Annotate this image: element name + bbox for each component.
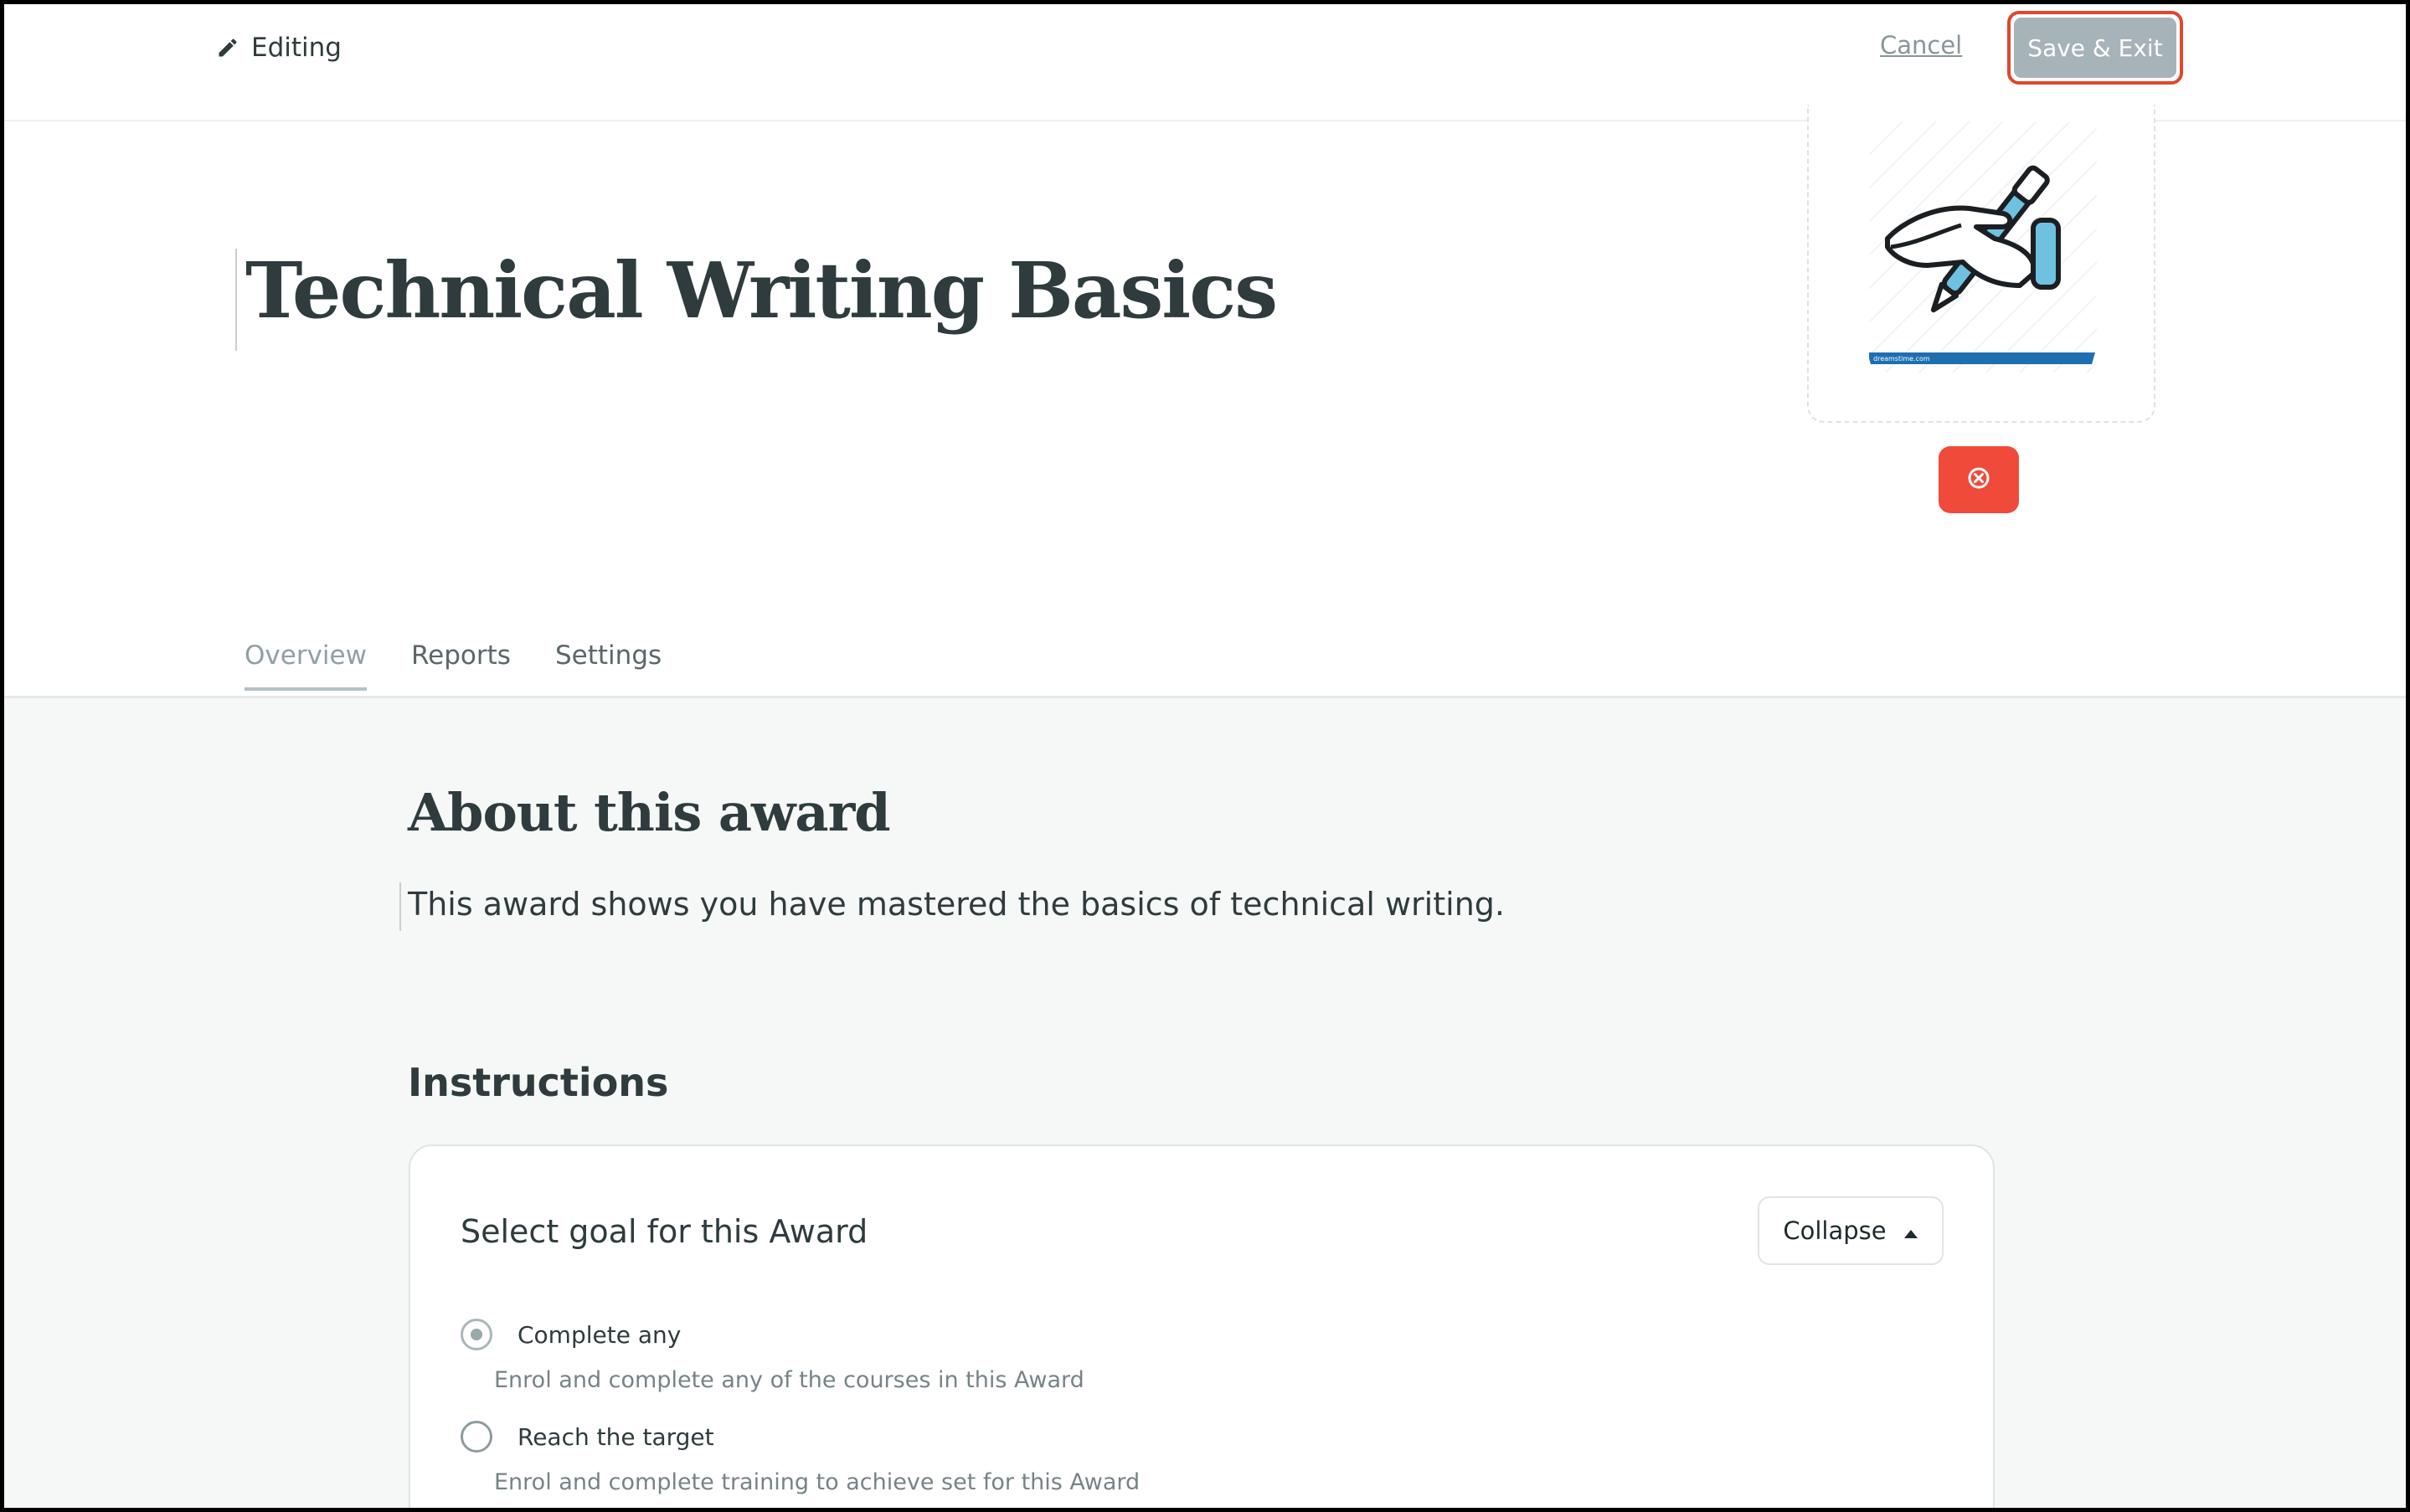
option-label: Reach the target <box>518 1422 714 1451</box>
tab-settings[interactable]: Settings <box>555 640 662 687</box>
collapse-label: Collapse <box>1783 1216 1887 1245</box>
page: Editing Cancel Save & Exit Technical Wri… <box>4 4 2406 1508</box>
tab-overview[interactable]: Overview <box>245 640 367 691</box>
editing-indicator: Editing <box>216 29 342 66</box>
tab-reports[interactable]: Reports <box>411 640 511 687</box>
close-circle-icon <box>1966 465 1991 494</box>
radio-reach-target[interactable] <box>461 1421 492 1453</box>
goal-card: Select goal for this Award Collapse Comp… <box>409 1144 1995 1508</box>
overview-content: About this award This award shows you ha… <box>4 698 2406 1508</box>
goal-option-complete-any[interactable]: Complete any <box>461 1319 681 1350</box>
award-title[interactable]: Technical Writing Basics <box>245 245 1278 336</box>
description-text-cursor <box>399 882 401 931</box>
pencil-icon <box>216 36 239 59</box>
remove-image-button[interactable] <box>1939 446 2019 513</box>
caret-up-icon <box>1903 1216 1918 1245</box>
tab-bar: Overview Reports Settings <box>4 624 2406 698</box>
award-description[interactable]: This award shows you have mastered the b… <box>408 886 1505 923</box>
save-and-exit-label: Save & Exit <box>2014 18 2176 78</box>
cancel-link[interactable]: Cancel <box>1880 31 1962 59</box>
option-description: Enrol and complete any of the courses in… <box>494 1367 1084 1393</box>
goal-option-reach-target[interactable]: Reach the target <box>461 1421 714 1453</box>
title-text-cursor <box>235 249 237 351</box>
badge-image: dreamstime.com <box>1869 121 2097 373</box>
editing-label: Editing <box>251 33 342 63</box>
option-description: Enrol and complete training to achieve s… <box>494 1469 1141 1495</box>
instructions-heading: Instructions <box>408 1060 669 1105</box>
goal-card-title: Select goal for this Award <box>461 1213 868 1250</box>
collapse-button[interactable]: Collapse <box>1758 1196 1944 1265</box>
about-heading: About this award <box>408 782 891 843</box>
badge-watermark-text: dreamstime.com <box>1873 355 1930 363</box>
option-label: Complete any <box>518 1320 682 1349</box>
badge-image-frame[interactable]: dreamstime.com <box>1807 105 2155 423</box>
radio-selected-dot <box>471 1329 482 1340</box>
radio-complete-any[interactable] <box>461 1319 492 1350</box>
save-and-exit-button[interactable]: Save & Exit <box>2007 11 2183 85</box>
top-bar: Editing Cancel Save & Exit <box>4 4 2406 121</box>
